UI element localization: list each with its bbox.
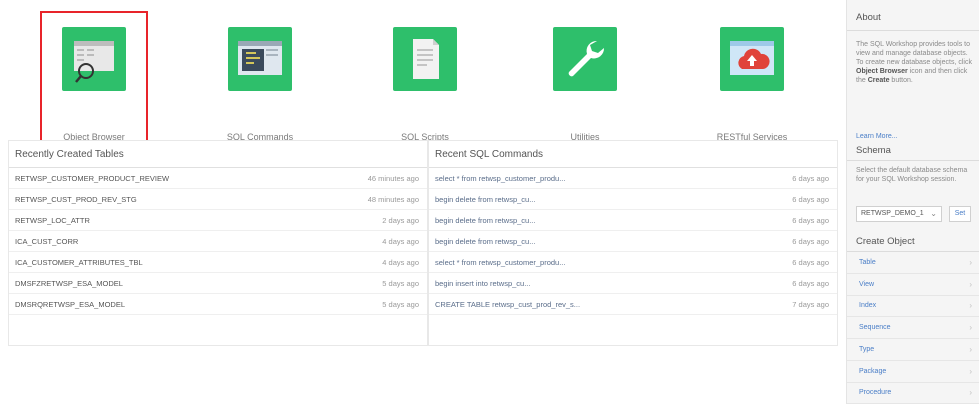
table-row[interactable]: DMSFZRETWSP_ESA_MODEL 5 days ago [9,273,427,294]
sql-scripts-tile[interactable]: SQL Scripts [373,13,477,151]
row-time: 5 days ago [382,279,419,288]
about-text-part: The SQL Workshop provides tools to view … [856,41,972,66]
create-link-package[interactable]: Package › [847,361,979,383]
table-row[interactable]: select * from retwsp_customer_produ... 6 … [429,252,837,273]
row-name[interactable]: RETWSP_CUSTOMER_PRODUCT_REVIEW [15,168,169,189]
row-time: 5 days ago [382,300,419,309]
chevron-right-icon: › [969,301,972,311]
table-row[interactable]: begin delete from retwsp_cu... 6 days ago [429,231,837,252]
create-link-label: View [859,280,875,288]
create-object-title: Create Object [856,236,915,247]
create-link-procedure[interactable]: Procedure › [847,382,979,404]
create-link-label: Procedure [859,389,892,397]
row-name[interactable]: ICA_CUSTOMER_ATTRIBUTES_TBL [15,252,143,273]
create-link-label: Package [859,367,887,375]
chevron-right-icon: › [969,323,972,333]
chevron-right-icon: › [969,279,972,289]
recent-tables-panel: Recently Created Tables RETWSP_CUSTOMER_… [8,140,428,346]
row-name[interactable]: select * from retwsp_customer_produ... [435,252,565,273]
about-bold: Create [867,77,890,84]
schema-select-value: RETWSP_DEMO_1 [861,210,924,217]
create-link-label: Index [859,302,877,310]
row-name[interactable]: RETWSP_CUST_PROD_REV_STG [15,189,137,210]
row-name[interactable]: CREATE TABLE retwsp_cust_prod_rev_s... [435,294,580,315]
table-row[interactable]: DMSRQRETWSP_ESA_MODEL 5 days ago [9,294,427,315]
wrench-icon [553,27,617,91]
about-text-part: button. [889,77,913,84]
chevron-right-icon: › [969,258,972,267]
about-bold: Object Browser [856,68,908,75]
table-row[interactable]: begin delete from retwsp_cu... 6 days ago [429,210,837,231]
table-row[interactable]: RETWSP_LOC_ATTR 2 days ago [9,210,427,231]
object-browser-icon [62,27,126,91]
row-name[interactable]: begin delete from retwsp_cu... [435,210,535,231]
sql-scripts-icon [393,27,457,91]
chevron-right-icon: › [969,388,972,398]
create-link-sequence[interactable]: Sequence › [847,317,979,340]
row-name[interactable]: ICA_CUST_CORR [15,231,78,252]
divider [847,160,979,161]
row-time: 6 days ago [792,279,829,288]
row-time: 6 days ago [792,216,829,225]
recent-sql-panel: Recent SQL Commands select * from retwsp… [428,140,838,346]
sql-commands-tile[interactable]: SQL Commands [208,13,312,151]
main-content: Object Browser SQL Commands SQL Scripts … [0,0,846,404]
table-row[interactable]: RETWSP_CUST_PROD_REV_STG 48 minutes ago [9,189,427,210]
row-name[interactable]: DMSFZRETWSP_ESA_MODEL [15,273,123,294]
panel-title: Recently Created Tables [9,141,427,168]
about-text: The SQL Workshop provides tools to view … [856,40,974,85]
row-time: 6 days ago [792,258,829,267]
row-time: 46 minutes ago [367,174,419,183]
schema-text: Select the default database schema for y… [856,167,968,183]
schema-select[interactable]: RETWSP_DEMO_1 ⌄ [856,206,942,222]
chevron-right-icon: › [969,366,972,376]
table-row[interactable]: select * from retwsp_customer_produ... 6 … [429,168,837,189]
table-row[interactable]: ICA_CUSTOMER_ATTRIBUTES_TBL 4 days ago [9,252,427,273]
table-row[interactable]: begin insert into retwsp_cu... 6 days ago [429,273,837,294]
set-button[interactable]: Set [949,206,971,222]
row-name[interactable]: DMSRQRETWSP_ESA_MODEL [15,294,125,315]
row-time: 2 days ago [382,216,419,225]
chevron-right-icon: › [969,344,972,354]
sql-commands-icon [228,27,292,91]
create-link-label: Type [859,345,875,353]
cloud-upload-icon [720,27,784,91]
right-sidebar: About The SQL Workshop provides tools to… [846,0,979,404]
chevron-down-icon: ⌄ [930,209,937,218]
restful-services-tile[interactable]: RESTful Services [700,13,804,151]
row-time: 7 days ago [792,300,829,309]
row-time: 6 days ago [792,174,829,183]
row-time: 4 days ago [382,258,419,267]
schema-title: Schema [856,145,891,156]
row-time: 6 days ago [792,237,829,246]
table-row[interactable]: CREATE TABLE retwsp_cust_prod_rev_s... 7 … [429,294,837,315]
panel-title: Recent SQL Commands [429,141,837,168]
create-link-view[interactable]: View › [847,274,979,296]
row-time: 4 days ago [382,237,419,246]
create-link-type[interactable]: Type › [847,339,979,361]
utilities-tile[interactable]: Utilities [533,13,637,151]
tile-bar: Object Browser SQL Commands SQL Scripts … [0,0,846,156]
recent-panels: Recently Created Tables RETWSP_CUSTOMER_… [8,140,838,346]
learn-more-link[interactable]: Learn More... [856,133,898,140]
create-link-label: Table [859,259,876,266]
row-name[interactable]: RETWSP_LOC_ATTR [15,210,90,231]
divider [847,30,979,31]
row-name[interactable]: begin delete from retwsp_cu... [435,231,535,252]
row-name[interactable]: begin delete from retwsp_cu... [435,189,535,210]
object-browser-tile[interactable]: Object Browser [40,11,148,153]
table-row[interactable]: RETWSP_CUSTOMER_PRODUCT_REVIEW 46 minutes… [9,168,427,189]
table-row[interactable]: ICA_CUST_CORR 4 days ago [9,231,427,252]
table-row[interactable]: begin delete from retwsp_cu... 6 days ago [429,189,837,210]
create-link-index[interactable]: Index › [847,295,979,318]
row-name[interactable]: select * from retwsp_customer_produ... [435,168,565,189]
row-time: 48 minutes ago [367,195,419,204]
about-title: About [856,12,881,23]
create-link-label: Sequence [859,324,891,332]
create-link-table[interactable]: Table › [847,252,979,274]
row-name[interactable]: begin insert into retwsp_cu... [435,273,530,294]
row-time: 6 days ago [792,195,829,204]
